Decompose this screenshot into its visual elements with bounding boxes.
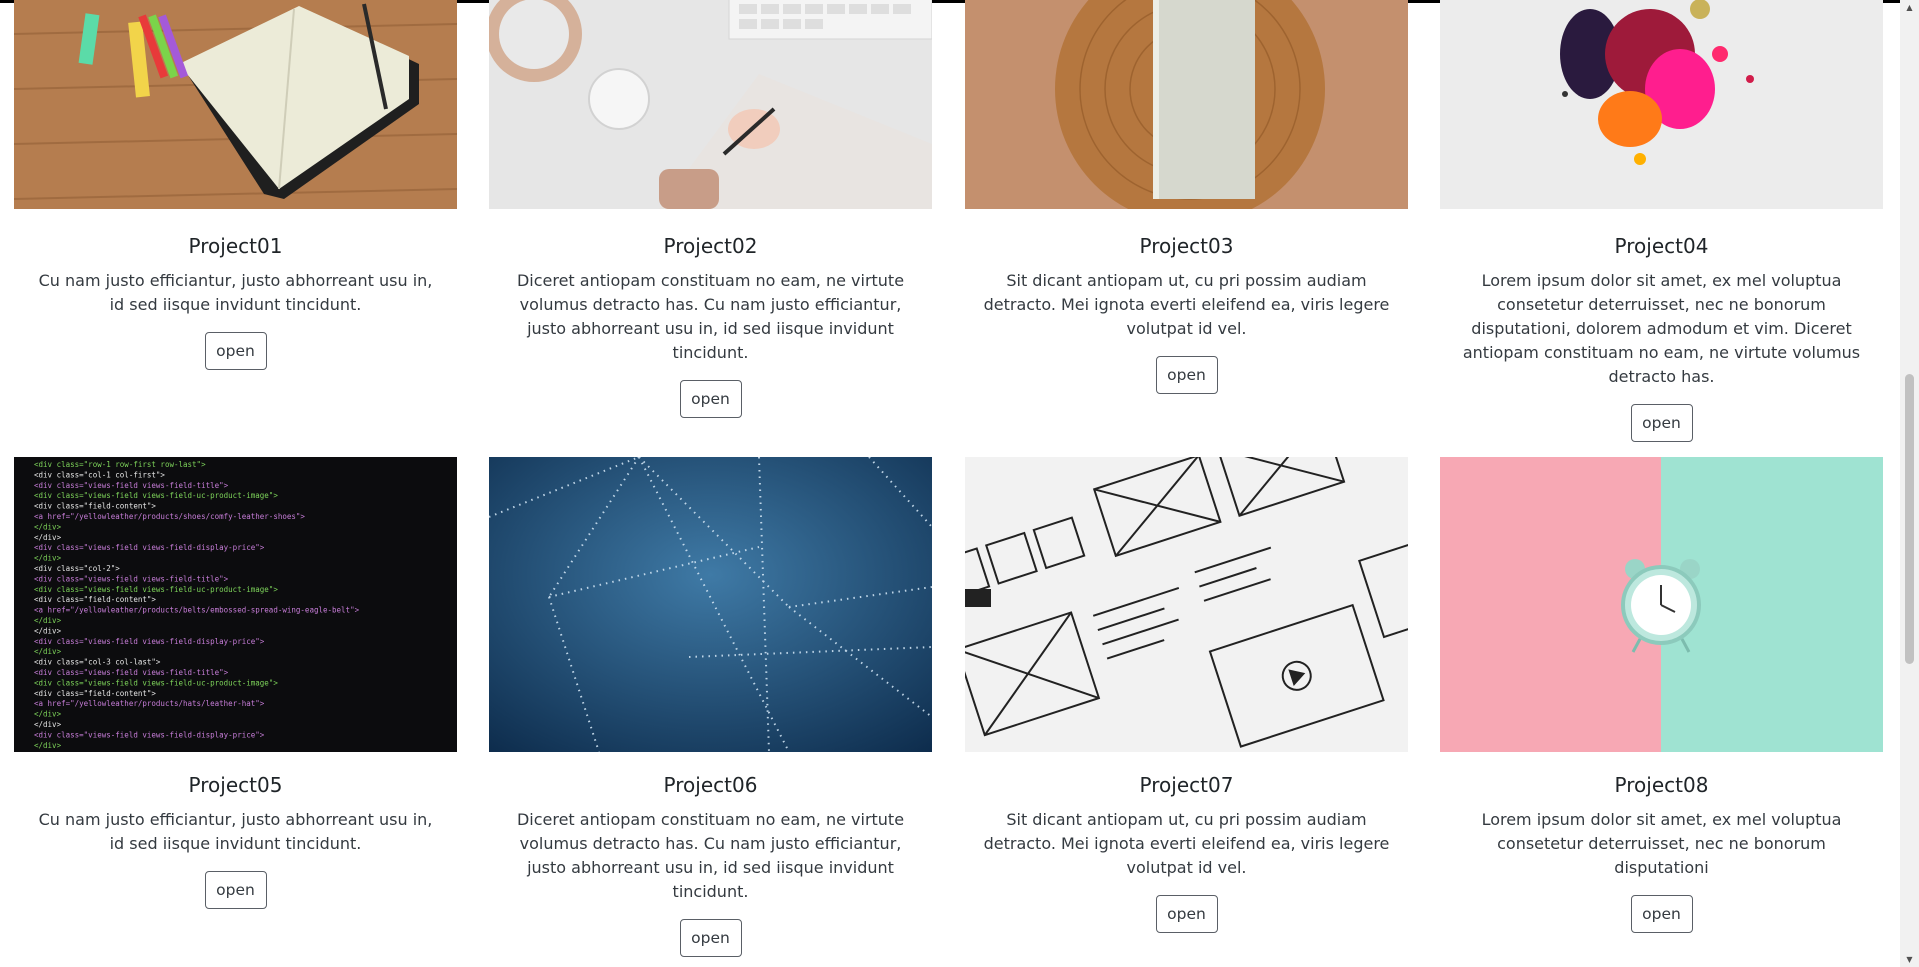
code-line: </div> bbox=[34, 741, 62, 750]
code-line: </div> bbox=[34, 522, 62, 531]
open-button[interactable]: open bbox=[204, 871, 267, 909]
open-button[interactable]: open bbox=[204, 332, 267, 370]
code-line: <div class="row-1 row-first row-last"> bbox=[34, 460, 206, 469]
open-button[interactable]: open bbox=[1155, 356, 1218, 394]
project-title: Project02 bbox=[663, 234, 758, 258]
code-line: </div> bbox=[34, 554, 62, 563]
code-line: <div class="col-2"> bbox=[34, 564, 120, 573]
code-line: </div> bbox=[34, 710, 62, 719]
vertical-scrollbar[interactable]: ▲ ▼ bbox=[1900, 0, 1919, 967]
code-line: <div class="views-field views-field-titl… bbox=[34, 574, 229, 583]
project-description: Diceret antiopam constituam no eam, ne v… bbox=[516, 810, 905, 901]
project-card: Project06 Diceret antiopam constituam no… bbox=[489, 457, 932, 957]
scrollbar-thumb[interactable] bbox=[1905, 374, 1914, 664]
code-line: </div> bbox=[34, 533, 62, 542]
project-image-notebook bbox=[14, 0, 457, 209]
project-title: Project01 bbox=[188, 234, 283, 258]
scroll-up-arrow-icon[interactable]: ▲ bbox=[1900, 0, 1919, 15]
code-line: </div> bbox=[34, 647, 62, 656]
code-line: <a href="/yellowleather/products/belts/e… bbox=[34, 606, 360, 615]
project-card: Project02 Diceret antiopam constituam no… bbox=[489, 0, 932, 418]
project-gallery: Project01 Cu nam justo efficiantur, just… bbox=[0, 0, 1900, 967]
project-description: Sit dicant antiopam ut, cu pri possim au… bbox=[983, 810, 1390, 877]
project-description: Lorem ipsum dolor sit amet, ex mel volup… bbox=[1481, 810, 1842, 877]
project-image-book-on-wood bbox=[965, 0, 1408, 209]
project-image-writing-hand bbox=[489, 0, 932, 209]
code-line: <div class="col-1 col-first"> bbox=[34, 470, 165, 479]
project-card: Project08 Lorem ipsum dolor sit amet, ex… bbox=[1440, 457, 1883, 933]
scroll-down-arrow-icon[interactable]: ▼ bbox=[1900, 952, 1919, 967]
open-button[interactable]: open bbox=[1630, 895, 1693, 933]
project-title: Project03 bbox=[1139, 234, 1234, 258]
code-line: <div class="views-field views-field-titl… bbox=[34, 668, 229, 677]
open-button[interactable]: open bbox=[679, 380, 742, 418]
project-title: Project04 bbox=[1614, 234, 1709, 258]
project-description: Sit dicant antiopam ut, cu pri possim au… bbox=[983, 271, 1390, 338]
project-image-wireframe-sketch bbox=[965, 457, 1408, 752]
project-title: Project06 bbox=[663, 773, 758, 797]
open-button[interactable]: open bbox=[1155, 895, 1218, 933]
code-line: <div class="views-field views-field-uc-p… bbox=[34, 585, 278, 594]
code-line: <div class="field-content"> bbox=[34, 689, 156, 698]
code-line: </div> bbox=[34, 616, 62, 625]
project-description: Cu nam justo efficiantur, justo abhorrea… bbox=[38, 271, 433, 314]
code-line: <div class="col-3 col-last"> bbox=[34, 658, 161, 667]
open-button[interactable]: open bbox=[679, 919, 742, 957]
code-line: <div class="field-content"> bbox=[34, 502, 156, 511]
code-line: <div class="views-field views-field-uc-p… bbox=[34, 491, 278, 500]
project-image-spider-web bbox=[489, 457, 932, 752]
code-line: <div class="views-field views-field-disp… bbox=[34, 730, 265, 739]
code-line: </div> bbox=[34, 626, 62, 635]
open-button[interactable]: open bbox=[1630, 404, 1693, 442]
project-card: Project03 Sit dicant antiopam ut, cu pri… bbox=[965, 0, 1408, 394]
project-image-paint-splash bbox=[1440, 0, 1883, 209]
code-line: <div class="views-field views-field-disp… bbox=[34, 637, 265, 646]
project-title: Project08 bbox=[1614, 773, 1709, 797]
project-description: Cu nam justo efficiantur, justo abhorrea… bbox=[38, 810, 433, 853]
code-line: <div class="views-field views-field-titl… bbox=[34, 481, 229, 490]
project-card: Project01 Cu nam justo efficiantur, just… bbox=[14, 0, 457, 370]
project-image-code-screen: <div class="row-1 row-first row-last"> <… bbox=[14, 457, 457, 752]
project-card: Project04 Lorem ipsum dolor sit amet, ex… bbox=[1440, 0, 1883, 442]
project-description: Lorem ipsum dolor sit amet, ex mel volup… bbox=[1462, 271, 1861, 386]
project-card: Project07 Sit dicant antiopam ut, cu pri… bbox=[965, 457, 1408, 933]
code-listing: <div class="row-1 row-first row-last"> <… bbox=[34, 460, 360, 750]
project-description: Diceret antiopam constituam no eam, ne v… bbox=[516, 271, 905, 362]
project-title: Project05 bbox=[188, 773, 283, 797]
project-card: <div class="row-1 row-first row-last"> <… bbox=[14, 457, 457, 909]
code-line: <div class="views-field views-field-uc-p… bbox=[34, 678, 278, 687]
code-line: <a href="/yellowleather/products/hats/le… bbox=[34, 699, 265, 708]
code-line: <div class="views-field views-field-disp… bbox=[34, 543, 265, 552]
code-line: <a href="/yellowleather/products/shoes/c… bbox=[34, 512, 305, 521]
code-line: </div> bbox=[34, 720, 62, 729]
code-line: <div class="field-content"> bbox=[34, 595, 156, 604]
project-title: Project07 bbox=[1139, 773, 1234, 797]
project-image-alarm-clock bbox=[1440, 457, 1883, 752]
